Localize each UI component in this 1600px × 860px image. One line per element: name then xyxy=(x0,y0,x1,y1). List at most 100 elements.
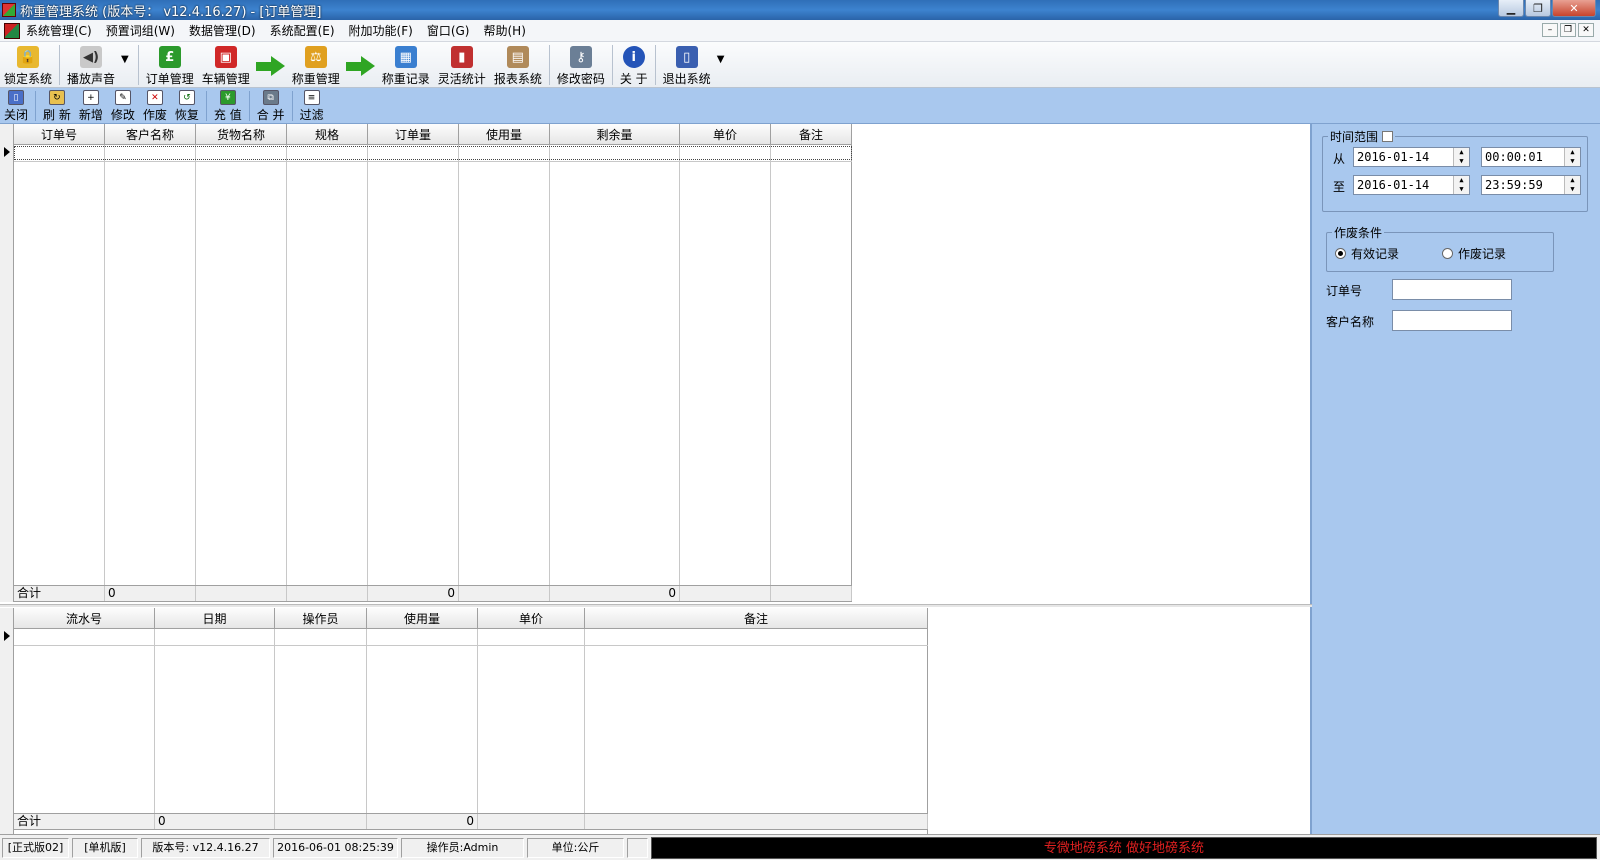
from-date-value: 2016-01-14 xyxy=(1357,150,1430,164)
column-header-usage[interactable]: 使用量 xyxy=(367,608,478,629)
menu-help[interactable]: 帮助(H) xyxy=(484,22,526,39)
column-header-operator[interactable]: 操作员 xyxy=(275,608,367,629)
column-line xyxy=(195,145,196,585)
to-label: 至 xyxy=(1333,180,1346,194)
close-button[interactable]: ✕ xyxy=(1552,0,1596,17)
void-button[interactable]: ✕ 作废 xyxy=(139,89,171,123)
column-header-notes[interactable]: 备注 xyxy=(585,608,928,629)
maximize-button[interactable]: ❐ xyxy=(1525,0,1551,17)
column-header-price[interactable]: 单价 xyxy=(478,608,585,629)
flexible-stats-button[interactable]: ▮ 灵活统计 xyxy=(434,43,490,87)
column-header-goods[interactable]: 货物名称 xyxy=(196,124,287,145)
report-system-button[interactable]: ▤ 报表系统 xyxy=(490,43,546,87)
app-menu-icon[interactable] xyxy=(4,22,20,39)
time-range-checkbox[interactable] xyxy=(1382,131,1394,142)
exit-system-button[interactable]: ▯ 退出系统 xyxy=(659,43,715,87)
column-header-spec[interactable]: 规格 xyxy=(287,124,368,145)
void-records-radio[interactable]: 作废记录 xyxy=(1442,245,1506,262)
edit-button[interactable]: ✎ 修改 xyxy=(107,89,139,123)
to-date-picker[interactable]: 2016-01-14 ▲ ▼ xyxy=(1353,175,1470,195)
chevron-down-icon[interactable]: ▼ xyxy=(717,54,725,65)
from-time-picker[interactable]: 00:00:01 ▲ ▼ xyxy=(1481,147,1581,167)
menu-phrases[interactable]: 预置词组(W) xyxy=(106,22,175,39)
orders-grid[interactable]: 订单号 客户名称 货物名称 规格 订单量 使用量 剩余量 单价 备注 合计 0 xyxy=(0,124,852,602)
filter-panel: 时间范围 从 2016-01-14 ▲ ▼ 00:00:01 ▲ ▼ 至 2016-… xyxy=(1312,124,1600,834)
lock-system-button[interactable]: 🔒 锁定系统 xyxy=(0,43,56,87)
grid-splitter[interactable] xyxy=(0,604,1312,607)
toolbar-separator xyxy=(248,91,250,121)
row-line xyxy=(14,161,852,162)
table-icon: ▦ xyxy=(394,46,417,68)
mdi-minimize-button[interactable]: – xyxy=(1542,23,1558,37)
spin-arrows-icon[interactable]: ▲ ▼ xyxy=(1564,176,1580,194)
column-header-date[interactable]: 日期 xyxy=(155,608,275,629)
change-password-button[interactable]: ⚷ 修改密码 xyxy=(553,43,609,87)
merge-label: 合 并 xyxy=(256,108,285,122)
close-doc-icon: ▯ xyxy=(8,90,24,105)
menu-data[interactable]: 数据管理(D) xyxy=(189,22,256,39)
from-date-picker[interactable]: 2016-01-14 ▲ ▼ xyxy=(1353,147,1470,167)
vehicle-management-label: 车辆管理 xyxy=(201,72,250,86)
column-header-used-qty[interactable]: 使用量 xyxy=(459,124,550,145)
spin-arrows-icon[interactable]: ▲ ▼ xyxy=(1453,176,1469,194)
app-icon xyxy=(2,3,16,17)
close-tab-button[interactable]: ▯ 关闭 xyxy=(0,89,32,123)
column-header-customer[interactable]: 客户名称 xyxy=(105,124,196,145)
status-version: 版本号: v12.4.16.27 xyxy=(141,838,270,858)
chevron-down-icon[interactable]: ▼ xyxy=(121,54,129,65)
weighing-management-button[interactable]: ⚖ 称重管理 xyxy=(288,43,344,87)
restore-button[interactable]: ↺ 恢复 xyxy=(171,89,203,123)
footer-price-cell xyxy=(478,814,585,829)
weighing-records-button[interactable]: ▦ 称重记录 xyxy=(378,43,434,87)
spin-arrows-icon[interactable]: ▲ ▼ xyxy=(1564,148,1580,166)
mdi-restore-button[interactable]: ❐ xyxy=(1560,23,1576,37)
void-records-label: 作废记录 xyxy=(1458,247,1507,261)
customer-name-input[interactable] xyxy=(1392,310,1512,331)
add-button[interactable]: + 新增 xyxy=(75,89,107,123)
spin-arrows-icon[interactable]: ▲ ▼ xyxy=(1453,148,1469,166)
column-header-order-qty[interactable]: 订单量 xyxy=(368,124,459,145)
column-line xyxy=(679,145,680,585)
column-header-unit-price[interactable]: 单价 xyxy=(680,124,771,145)
merge-button[interactable]: ⧉ 合 并 xyxy=(253,89,289,123)
toolbar-separator xyxy=(611,45,613,85)
menu-addons[interactable]: 附加功能(F) xyxy=(349,22,413,39)
recharge-button[interactable]: ¥ 充 值 xyxy=(210,89,246,123)
menu-bar: 系统管理(C) 预置词组(W) 数据管理(D) 系统配置(E) 附加功能(F) … xyxy=(0,20,1600,42)
menu-window[interactable]: 窗口(G) xyxy=(427,22,470,39)
row-indicator-column xyxy=(0,608,14,834)
title-bar: 称重管理系统 (版本号： v12.4.16.27) - [订单管理] ▁ ❐ ✕ xyxy=(0,0,1600,20)
column-header-remark[interactable]: 备注 xyxy=(771,124,852,145)
row-line xyxy=(14,645,928,646)
status-spacer xyxy=(627,838,648,858)
status-edition: [正式版02] xyxy=(2,838,69,858)
play-sound-button[interactable]: ◀) 播放声音 xyxy=(63,43,119,87)
menu-system[interactable]: 系统管理(C) xyxy=(26,22,92,39)
column-header-order-no[interactable]: 订单号 xyxy=(14,124,105,145)
menu-config[interactable]: 系统配置(E) xyxy=(270,22,335,39)
add-label: 新增 xyxy=(78,108,103,122)
lock-system-label: 锁定系统 xyxy=(4,72,53,86)
column-header-remaining-qty[interactable]: 剩余量 xyxy=(550,124,680,145)
refresh-button[interactable]: ↻ 刷 新 xyxy=(39,89,75,123)
about-button[interactable]: i 关 于 xyxy=(616,43,652,87)
arrow-right-icon xyxy=(345,55,376,77)
order-management-label: 订单管理 xyxy=(145,72,194,86)
column-header-serial-no[interactable]: 流水号 xyxy=(14,608,155,629)
void-condition-title: 作废条件 xyxy=(1332,224,1385,241)
column-line xyxy=(458,145,459,585)
to-time-picker[interactable]: 23:59:59 ▲ ▼ xyxy=(1481,175,1581,195)
vehicle-management-button[interactable]: ▣ 车辆管理 xyxy=(198,43,254,87)
usage-grid[interactable]: 流水号 日期 操作员 使用量 单价 备注 合计 0 0 xyxy=(0,608,928,834)
valid-records-label: 有效记录 xyxy=(1351,247,1400,261)
mdi-close-button[interactable]: ✕ xyxy=(1578,23,1594,37)
valid-records-radio[interactable]: 有效记录 xyxy=(1335,245,1399,262)
order-no-input[interactable] xyxy=(1392,279,1512,300)
order-management-button[interactable]: £ 订单管理 xyxy=(142,43,198,87)
speaker-icon: ◀) xyxy=(80,46,103,68)
minimize-button[interactable]: ▁ xyxy=(1498,0,1524,17)
filter-button[interactable]: ≡ 过滤 xyxy=(296,89,328,123)
edit-icon: ✎ xyxy=(114,90,131,105)
void-condition-label: 作废条件 xyxy=(1334,226,1383,240)
table-row[interactable] xyxy=(14,146,852,160)
